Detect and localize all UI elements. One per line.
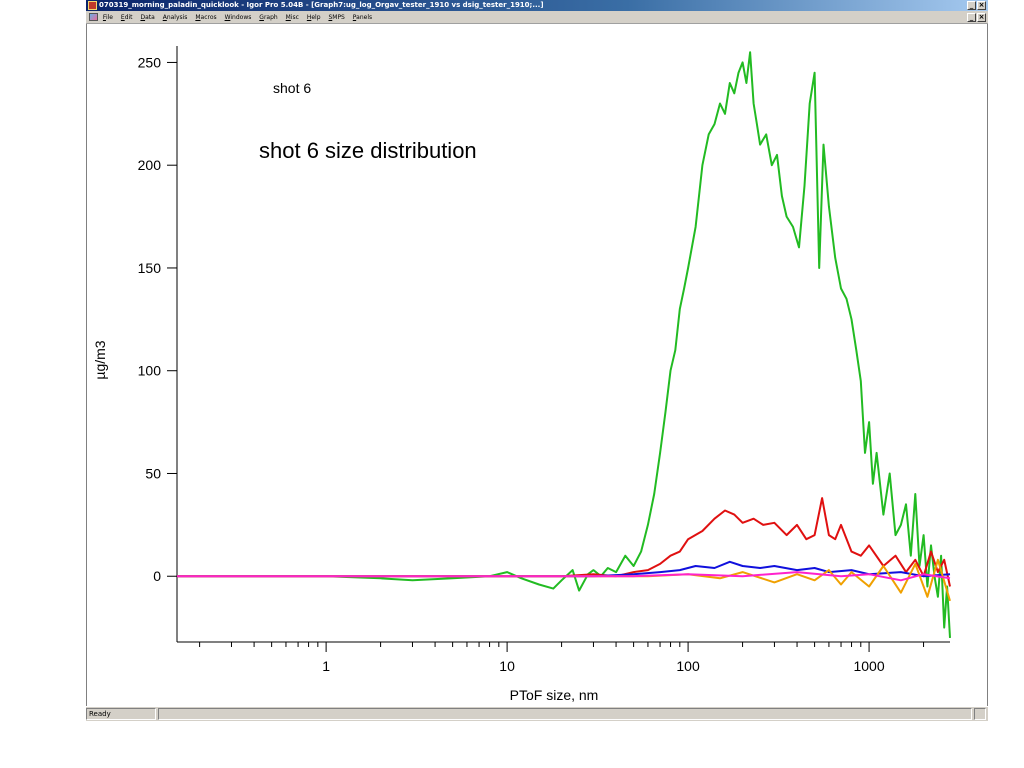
close-button[interactable]: × [977, 1, 986, 10]
x-axis-label: PToF size, nm [510, 687, 599, 703]
menu-analysis[interactable]: Analysis [163, 11, 188, 24]
title-bar[interactable]: 070319_morning_paladin_quicklook - Igor … [86, 0, 988, 11]
status-text: Ready [86, 708, 156, 720]
y-tick-label: 250 [138, 54, 162, 70]
menu-panels[interactable]: Panels [353, 11, 372, 24]
y-tick-label: 0 [153, 568, 161, 584]
menu-smps[interactable]: SMPS [328, 11, 344, 24]
resize-grip[interactable] [974, 708, 986, 720]
minimize-button[interactable]: _ [967, 1, 976, 10]
menu-bar: File Edit Data Analysis Macros Windows G… [86, 11, 988, 24]
annotation-shot-label: shot 6 [273, 80, 311, 96]
y-axis-label: µg/m3 [92, 340, 108, 379]
menu-file[interactable]: File [103, 11, 113, 24]
x-tick-label: 10 [499, 658, 515, 674]
igor-main-window: 070319_morning_paladin_quicklook - Igor … [86, 0, 988, 721]
menu-graph[interactable]: Graph [259, 11, 277, 24]
menu-help[interactable]: Help [307, 11, 321, 24]
y-tick-label: 50 [145, 465, 161, 481]
menu-edit[interactable]: Edit [121, 11, 133, 24]
series-line-3 [177, 558, 951, 602]
y-tick-label: 200 [138, 157, 162, 173]
x-tick-label: 1000 [853, 658, 884, 674]
window-title: 070319_morning_paladin_quicklook - Igor … [99, 1, 544, 9]
menu-data[interactable]: Data [140, 11, 154, 24]
series-line-1 [177, 497, 951, 587]
menu-misc[interactable]: Misc [286, 11, 299, 24]
graph-document-icon[interactable] [89, 13, 98, 21]
window-controls: _ × [967, 1, 986, 10]
size-distribution-chart[interactable]: 0 50 100 150 200 250 1 10 100 1000 shot 6 shot 6 … [87, 24, 987, 706]
document-controls: _ × [967, 13, 986, 22]
menu-windows[interactable]: Windows [225, 11, 252, 24]
status-bar: Ready [86, 706, 988, 721]
x-tick-label: 1 [322, 658, 330, 674]
graph-window[interactable]: 0 50 100 150 200 250 1 10 100 1000 shot 6 shot 6 … [86, 24, 988, 706]
x-tick-label: 100 [676, 658, 700, 674]
y-tick-label: 100 [138, 363, 162, 379]
igor-app-icon[interactable] [88, 1, 97, 10]
doc-close-button[interactable]: × [977, 13, 986, 22]
y-tick-label: 150 [138, 260, 162, 276]
series-line-2 [177, 560, 951, 578]
doc-minimize-button[interactable]: _ [967, 13, 976, 22]
menu-macros[interactable]: Macros [195, 11, 216, 24]
status-panel-empty [158, 708, 972, 720]
annotation-title: shot 6 size distribution [259, 138, 477, 163]
